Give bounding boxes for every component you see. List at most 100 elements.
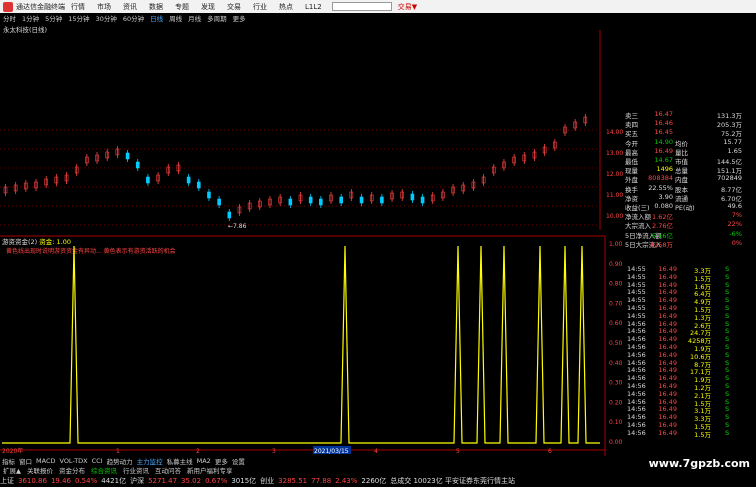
menu-item[interactable]: 数据 xyxy=(149,3,163,11)
trade-price: 16.49 xyxy=(658,265,677,273)
indicator-tab[interactable]: VOL-TDX xyxy=(59,457,87,465)
period-tab[interactable]: 周线 xyxy=(169,13,182,23)
menu-item[interactable]: 资讯 xyxy=(123,3,137,11)
trade-row: 14:55 16.49 1.5万 S xyxy=(625,273,745,283)
trade-row: 14:56 16.49 24.7万 S xyxy=(625,327,745,337)
search-input[interactable] xyxy=(331,2,392,11)
info-tab[interactable]: 关联报价 xyxy=(27,465,53,475)
menu-item[interactable]: 交易 xyxy=(227,3,241,11)
menu-item[interactable]: 行情 xyxy=(71,3,85,11)
menu-item[interactable]: L1L2 xyxy=(305,3,322,11)
menu-item[interactable]: 热点 xyxy=(279,3,293,11)
x-tick-label: 3 xyxy=(272,448,276,455)
quote-value: 16.47 xyxy=(654,110,673,118)
trade-price: 16.49 xyxy=(658,428,677,437)
index-name[interactable]: 上证 xyxy=(0,476,14,486)
trade-time: 14:56 xyxy=(627,405,646,414)
trade-price: 16.49 xyxy=(658,382,677,390)
period-tab[interactable]: 30分钟 xyxy=(96,13,117,23)
period-toolbar: 分时 1分钟 5分钟 15分钟 30分钟 60分钟 日线 周线 月线 多周期 更多 xyxy=(0,13,430,23)
trade-time: 14:56 xyxy=(627,366,646,375)
quote-row: 5日大宗流入 4258万 0% xyxy=(625,239,745,249)
trade-row: 14:56 16.49 1.9万 S xyxy=(625,343,745,353)
index-name[interactable]: 创业 xyxy=(260,476,274,486)
indicator-chart[interactable]: 1.00 0.90 0.80 0.70 0.60 0.50 0.40 0.30 0.20 0.10… xyxy=(0,230,625,456)
info-tab[interactable]: 新用户福利专享 xyxy=(187,465,233,475)
candle-body xyxy=(308,196,313,204)
index-change: 35.02 xyxy=(181,476,202,485)
trade-row: 14:55 16.49 3.3万 S xyxy=(625,265,745,275)
candlestick-chart[interactable]: 14.0013.0012.0011.0010.009.00←7.86 xyxy=(0,30,625,230)
period-tab[interactable]: 多周期 xyxy=(207,13,227,23)
period-tab[interactable]: 60分钟 xyxy=(123,13,144,23)
quote-row: 5日净流入额 -5.16亿 -6% xyxy=(625,230,745,240)
trade-time: 14:55 xyxy=(627,296,646,305)
x-tick-label: 4 xyxy=(374,448,378,455)
indicator-tab[interactable]: MACD xyxy=(36,457,55,465)
indicator-tab[interactable]: CCI xyxy=(92,457,103,465)
quote-value: 808384 xyxy=(648,174,673,183)
index-percent: 2.43% xyxy=(335,476,358,485)
quote-value: 16.49 xyxy=(654,146,673,155)
period-tab[interactable]: 1分钟 xyxy=(22,13,39,23)
trade-price: 16.49 xyxy=(658,280,677,289)
x-tick-label: 5 xyxy=(456,448,460,455)
trade-time: 14:56 xyxy=(627,421,646,429)
y-tick-label: 0.10 xyxy=(609,419,623,426)
trade-side: S xyxy=(725,397,730,406)
quote-row: 外盘 808384 内盘 702849 xyxy=(625,174,745,184)
index-name[interactable]: 沪深 xyxy=(130,476,144,486)
trade-price: 16.49 xyxy=(658,413,677,422)
period-tab[interactable]: 更多 xyxy=(233,13,246,23)
trade-row: 14:56 16.49 2.1万 S xyxy=(625,389,745,400)
quote-row: 买五 16.45 75.2万 xyxy=(625,128,745,138)
indicator-tab[interactable]: 设置 xyxy=(232,456,245,466)
period-tab[interactable]: 月线 xyxy=(188,13,201,23)
trade-side: S xyxy=(725,335,730,344)
trade-side: S xyxy=(725,288,730,297)
trade-side: S xyxy=(725,265,730,273)
quote-value: 49.6 xyxy=(727,202,742,210)
menu-item[interactable]: 专题 xyxy=(175,3,189,11)
trade-row: 14:56 16.49 17.1万 S xyxy=(625,366,745,376)
quote-row: 收益(三) 0.080 PE(动) 49.6 xyxy=(625,202,745,212)
y-tick-label: 10.00 xyxy=(606,213,623,220)
trade-price: 16.49 xyxy=(658,374,677,383)
trade-price: 16.49 xyxy=(658,366,677,375)
info-tab[interactable]: 互动问答 xyxy=(155,465,181,475)
trade-row: 14:55 16.49 1.6万 S xyxy=(625,280,745,291)
info-tab[interactable]: 扩展▲ xyxy=(3,465,21,475)
trade-time: 14:56 xyxy=(627,358,646,367)
trade-row: 14:56 16.49 1.2万 S xyxy=(625,382,745,392)
index-percent: 0.54% xyxy=(75,476,98,485)
trade-row: 14:56 16.49 1.5万 S xyxy=(625,428,745,439)
index-value: 3285.51 xyxy=(278,476,308,485)
trade-price: 16.49 xyxy=(658,389,677,398)
market-status-bar: 上证 3610.86 19.46 0.54% 4421亿 沪深 5271.47 35.02 0.… xyxy=(0,474,756,487)
period-tab[interactable]: 日线 xyxy=(150,13,163,23)
period-tab[interactable]: 15分钟 xyxy=(68,13,89,23)
info-tab[interactable]: 行业资讯 xyxy=(123,465,149,475)
trade-volume: 1.5万 xyxy=(694,430,711,439)
quote-value: 15.77 xyxy=(723,137,742,146)
y-tick-label: 11.00 xyxy=(606,192,623,199)
candle-body xyxy=(125,152,130,160)
menu-item[interactable]: 发现 xyxy=(201,3,215,11)
info-tab[interactable]: 资金分布 xyxy=(59,465,85,475)
trade-time: 14:55 xyxy=(627,311,646,320)
menu-item[interactable]: 行业 xyxy=(253,3,267,11)
indicator-tab[interactable]: MA2 xyxy=(197,457,211,465)
quote-row: 卖四 16.46 205.3万 xyxy=(625,119,745,129)
period-tab[interactable]: 5分钟 xyxy=(45,13,62,23)
y-tick-label: 0.70 xyxy=(609,300,623,307)
period-tab[interactable]: 分时 xyxy=(3,13,16,23)
menu-item[interactable]: 市场 xyxy=(97,3,111,11)
trade-price: 16.49 xyxy=(658,288,677,297)
trade-menu-button[interactable]: 交易▼ xyxy=(398,2,417,12)
quote-row: 今开 14.90 均价 15.77 xyxy=(625,137,745,148)
y-tick-label: 0.90 xyxy=(609,261,623,268)
info-tab[interactable]: 综合资讯 xyxy=(91,465,117,475)
trade-time: 14:56 xyxy=(627,397,646,406)
trade-price: 16.49 xyxy=(658,311,677,320)
x-tick-label: 6 xyxy=(548,448,552,455)
